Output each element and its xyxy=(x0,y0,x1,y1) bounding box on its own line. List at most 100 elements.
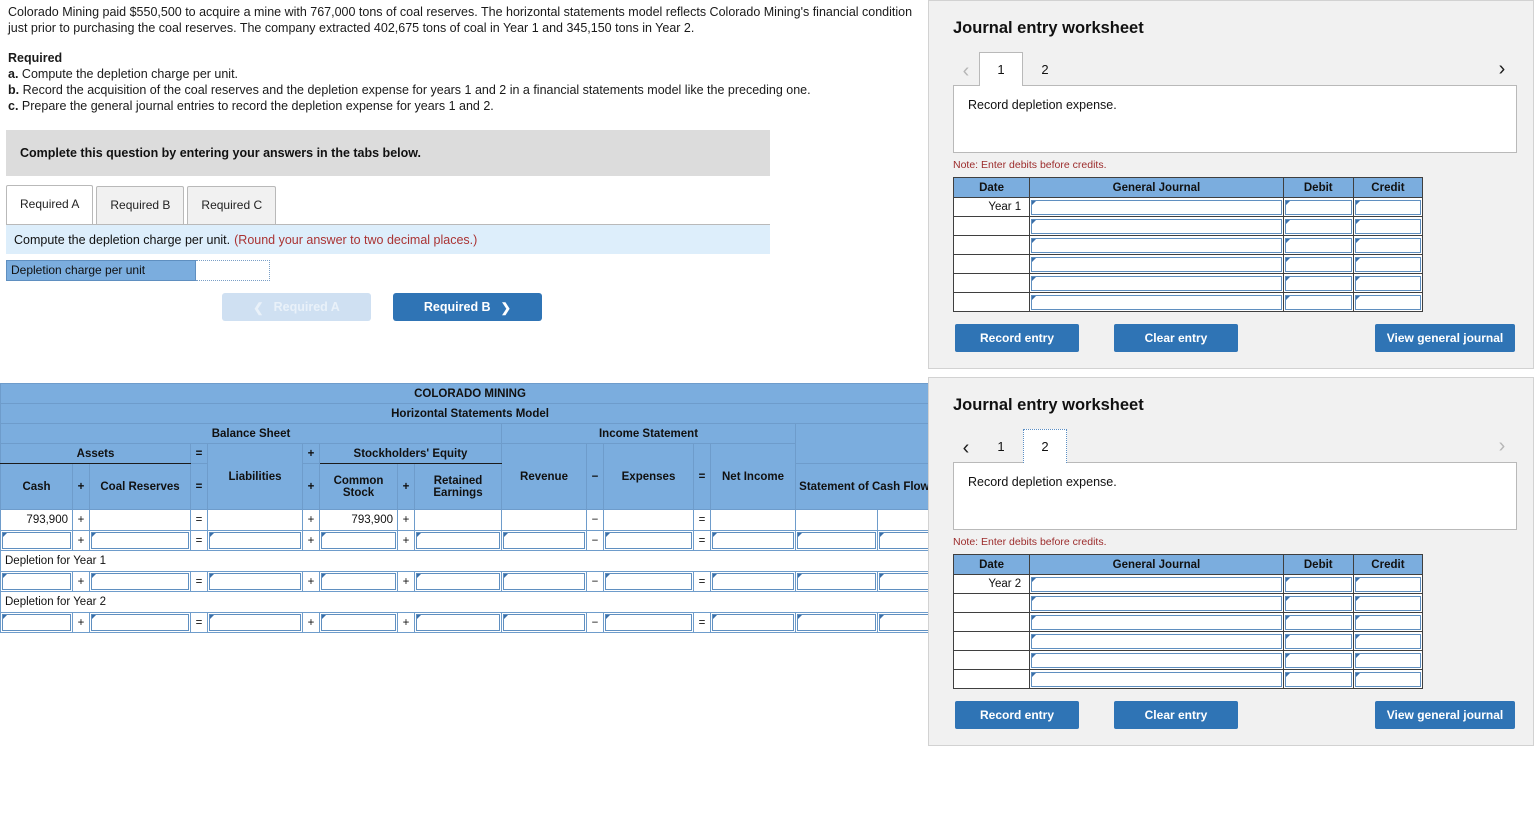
journal-2-table: Date General Journal Debit Credit Year 2 xyxy=(952,554,1424,689)
journal-1-r4-account-input[interactable] xyxy=(1029,254,1284,274)
hsm-group-balance-sheet: Balance Sheet xyxy=(0,423,502,444)
journal-2-r2-debit-input[interactable] xyxy=(1282,593,1354,613)
hsm-r4-coal-reserves-input[interactable] xyxy=(89,612,191,633)
hsm-r4-cash-flow-input[interactable] xyxy=(795,612,878,633)
journal-1-r4-date[interactable] xyxy=(952,254,1031,274)
tab-required-a[interactable]: Required A xyxy=(6,185,94,224)
journal-2-clear-entry-button[interactable]: Clear entry xyxy=(1114,701,1238,729)
next-required-b-button[interactable]: Required B ❯ xyxy=(393,293,542,321)
hsm-r4-expenses-input[interactable] xyxy=(603,612,694,633)
journal-2-r2-date[interactable] xyxy=(952,593,1031,613)
hsm-r3-retained-earnings-input[interactable] xyxy=(414,571,502,592)
journal-1-next-arrow-icon[interactable]: › xyxy=(1489,54,1515,84)
journal-1-r6-account-input[interactable] xyxy=(1029,292,1284,312)
hsm-r2-cash-flow-input[interactable] xyxy=(795,530,878,551)
hsm-r2-coal-reserves-input[interactable] xyxy=(89,530,191,551)
table-row xyxy=(952,593,1424,613)
journal-1-tab-1[interactable]: 1 xyxy=(979,52,1023,86)
journal-1-r1-debit-input[interactable] xyxy=(1282,197,1354,217)
hsm-r3-expenses-input[interactable] xyxy=(603,571,694,592)
journal-1-r1-account-input[interactable] xyxy=(1029,197,1284,217)
depletion-charge-input[interactable] xyxy=(196,260,270,281)
hsm-r3-net-income-input[interactable] xyxy=(710,571,796,592)
journal-2-r2-credit-input[interactable] xyxy=(1352,593,1424,613)
journal-2-r6-debit-input[interactable] xyxy=(1282,669,1354,689)
journal-1-record-entry-button[interactable]: Record entry xyxy=(955,324,1079,352)
journal-2-r6-account-input[interactable] xyxy=(1029,669,1284,689)
hsm-r2-retained-earnings-input[interactable] xyxy=(414,530,502,551)
journal-2-r3-account-input[interactable] xyxy=(1029,612,1284,632)
journal-2-r2-account-input[interactable] xyxy=(1029,593,1284,613)
journal-2-r4-account-input[interactable] xyxy=(1029,631,1284,651)
journal-2-r1-date[interactable]: Year 2 xyxy=(952,574,1031,594)
journal-2-r5-credit-input[interactable] xyxy=(1352,650,1424,670)
journal-1-clear-entry-button[interactable]: Clear entry xyxy=(1114,324,1238,352)
hsm-r4-op6: = xyxy=(693,612,711,633)
hsm-group-row: Balance Sheet Income Statement xyxy=(0,423,941,464)
hsm-r3-revenue-input[interactable] xyxy=(501,571,587,592)
hsm-r3-liabilities-input[interactable] xyxy=(207,571,303,592)
hsm-r2-liabilities-input[interactable] xyxy=(207,530,303,551)
hsm-r3-coal-reserves-input[interactable] xyxy=(89,571,191,592)
journal-1-r1-date[interactable]: Year 1 xyxy=(952,197,1031,217)
journal-2-r1-account-input[interactable] xyxy=(1029,574,1284,594)
journal-2-r1-debit-input[interactable] xyxy=(1282,574,1354,594)
journal-2-r1-credit-input[interactable] xyxy=(1352,574,1424,594)
journal-1-view-general-journal-button[interactable]: View general journal xyxy=(1375,324,1515,352)
journal-2-r3-debit-input[interactable] xyxy=(1282,612,1354,632)
hsm-r4-cash-input[interactable] xyxy=(0,612,73,633)
journal-1-r5-debit-input[interactable] xyxy=(1282,273,1354,293)
journal-2-view-general-journal-button[interactable]: View general journal xyxy=(1375,701,1515,729)
hsm-r2-common-stock-input[interactable] xyxy=(319,530,398,551)
hsm-r2-expenses-input[interactable] xyxy=(603,530,694,551)
hsm-r4-common-stock-input[interactable] xyxy=(319,612,398,633)
hsm-r2-cash-input[interactable] xyxy=(0,530,73,551)
journal-1-r3-account-input[interactable] xyxy=(1029,235,1284,255)
journal-1-r6-debit-input[interactable] xyxy=(1282,292,1354,312)
journal-2-r6-date[interactable] xyxy=(952,669,1031,689)
journal-1-r4-credit-input[interactable] xyxy=(1352,254,1424,274)
journal-1-r6-credit-input[interactable] xyxy=(1352,292,1424,312)
hsm-r3-common-stock-input[interactable] xyxy=(319,571,398,592)
journal-1-r2-account-input[interactable] xyxy=(1029,216,1284,236)
journal-1-r5-date[interactable] xyxy=(952,273,1031,293)
journal-2-next-arrow-icon[interactable]: › xyxy=(1489,431,1515,461)
journal-2-r4-debit-input[interactable] xyxy=(1282,631,1354,651)
journal-1-r2-date[interactable] xyxy=(952,216,1031,236)
journal-1-tab-2[interactable]: 2 xyxy=(1023,52,1067,86)
journal-2-r5-account-input[interactable] xyxy=(1029,650,1284,670)
journal-1-r6-date[interactable] xyxy=(952,292,1031,312)
journal-2-r4-date[interactable] xyxy=(952,631,1031,651)
journal-2-record-entry-button[interactable]: Record entry xyxy=(955,701,1079,729)
journal-2-r5-debit-input[interactable] xyxy=(1282,650,1354,670)
journal-1-r3-credit-input[interactable] xyxy=(1352,235,1424,255)
hsm-r4-liabilities-input[interactable] xyxy=(207,612,303,633)
journal-1-r2-credit-input[interactable] xyxy=(1352,216,1424,236)
journal-2-r5-date[interactable] xyxy=(952,650,1031,670)
journal-1-r5-account-input[interactable] xyxy=(1029,273,1284,293)
journal-2-tab-1[interactable]: 1 xyxy=(979,429,1023,463)
journal-1-r1-credit-input[interactable] xyxy=(1352,197,1424,217)
journal-2-r6-credit-input[interactable] xyxy=(1352,669,1424,689)
journal-2-prev-arrow-icon[interactable]: ‹ xyxy=(953,433,979,463)
hsm-r2-net-income-input[interactable] xyxy=(710,530,796,551)
tab-required-c[interactable]: Required C xyxy=(187,186,277,224)
prev-required-a-button[interactable]: ❮ Required A xyxy=(222,293,371,321)
tab-required-b[interactable]: Required B xyxy=(96,186,185,224)
hsm-r2-revenue-input[interactable] xyxy=(501,530,587,551)
hsm-r4-revenue-input[interactable] xyxy=(501,612,587,633)
hsm-r3-cash-flow-input[interactable] xyxy=(795,571,878,592)
journal-2-r3-date[interactable] xyxy=(952,612,1031,632)
journal-2-r3-credit-input[interactable] xyxy=(1352,612,1424,632)
hsm-r4-retained-earnings-input[interactable] xyxy=(414,612,502,633)
hsm-r3-cash-input[interactable] xyxy=(0,571,73,592)
hsm-r4-net-income-input[interactable] xyxy=(710,612,796,633)
journal-1-r3-date[interactable] xyxy=(952,235,1031,255)
journal-2-r4-credit-input[interactable] xyxy=(1352,631,1424,651)
journal-1-r3-debit-input[interactable] xyxy=(1282,235,1354,255)
journal-1-r4-debit-input[interactable] xyxy=(1282,254,1354,274)
journal-1-r5-credit-input[interactable] xyxy=(1352,273,1424,293)
journal-1-prev-arrow-icon[interactable]: ‹ xyxy=(953,56,979,86)
journal-1-r2-debit-input[interactable] xyxy=(1282,216,1354,236)
journal-2-tab-2[interactable]: 2 xyxy=(1023,429,1067,463)
